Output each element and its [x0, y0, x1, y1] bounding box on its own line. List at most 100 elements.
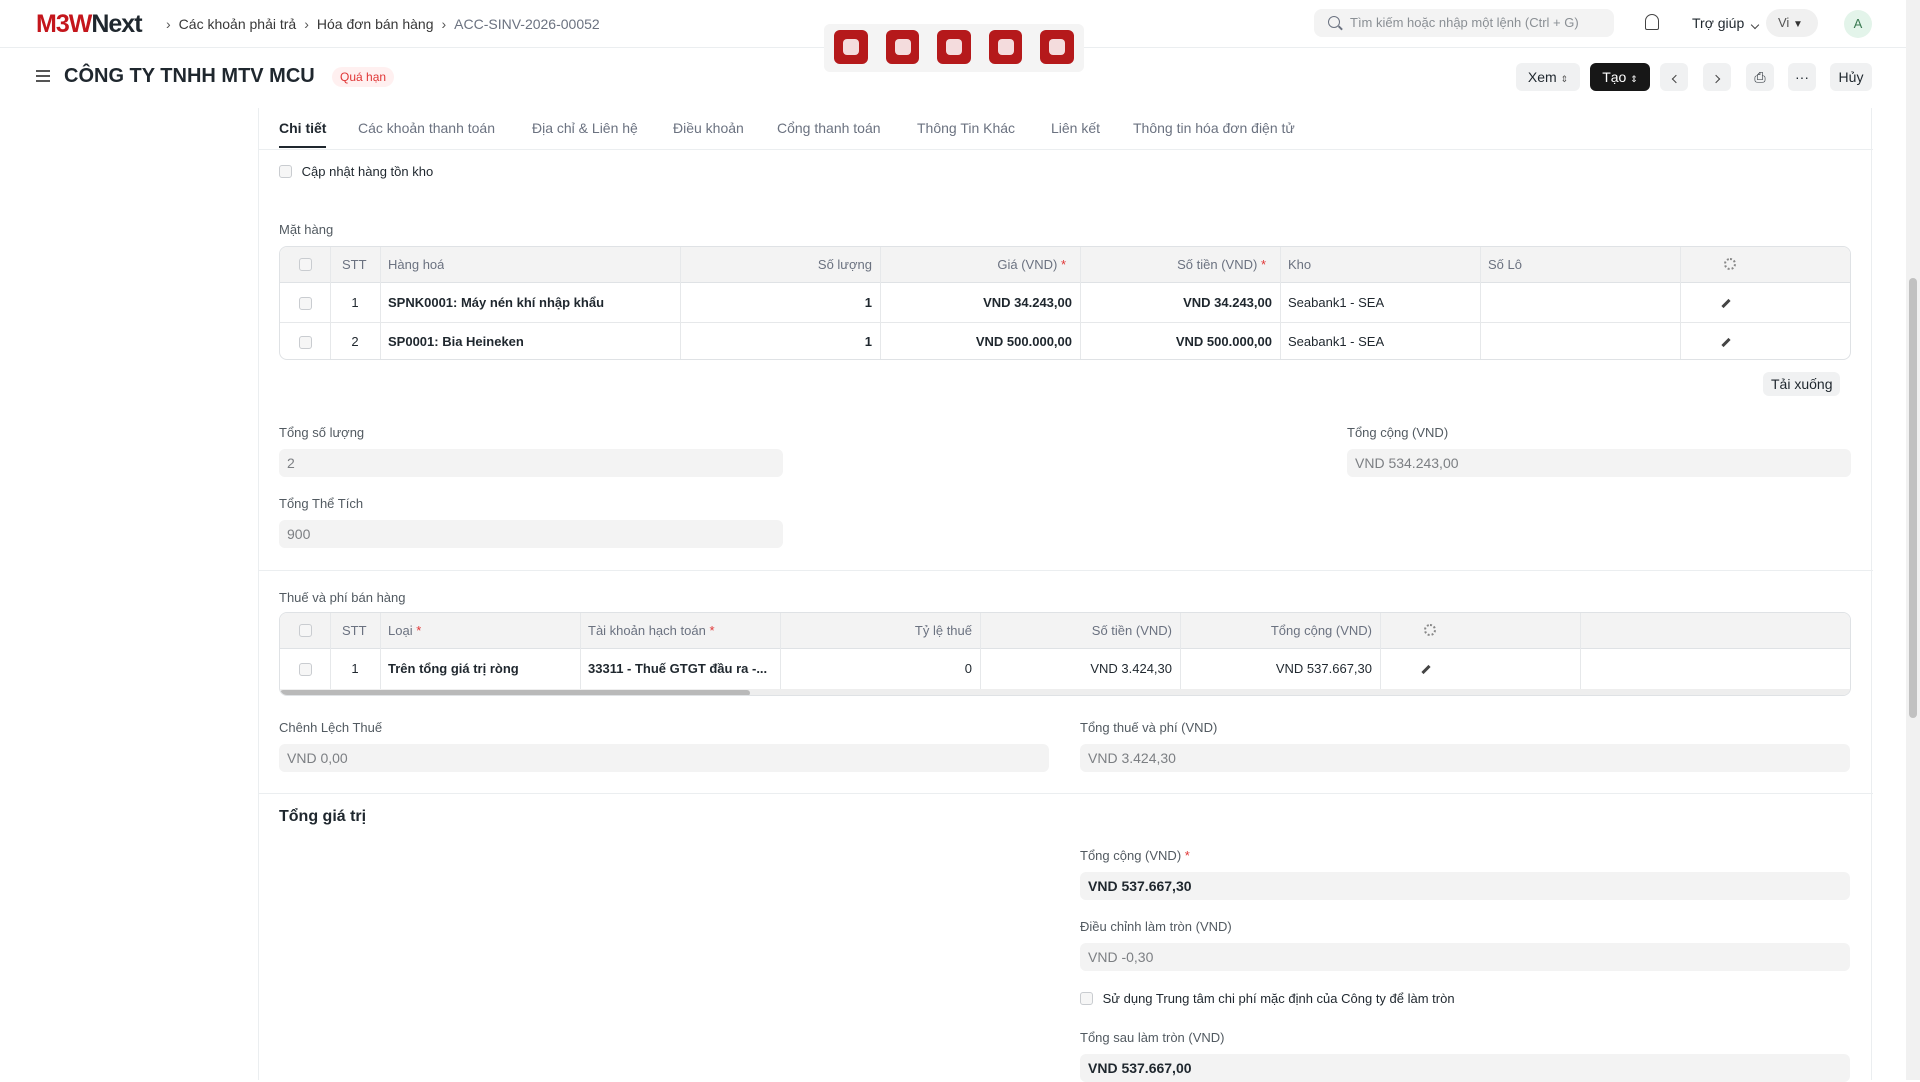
rounding-field[interactable]: VND -0,30 [1080, 943, 1850, 971]
row-divider [280, 322, 1850, 323]
grand-total-field[interactable]: VND 537.667,30 [1080, 872, 1850, 900]
gear-icon[interactable] [1724, 258, 1736, 270]
page-scrollbar[interactable] [1906, 0, 1920, 1080]
edit-pencil-icon[interactable] [1721, 298, 1731, 309]
rounded-total-field[interactable]: VND 537.667,00 [1080, 1054, 1850, 1082]
header-account: Tài khoản hạch toán * [588, 623, 715, 638]
col-divider [1680, 247, 1681, 359]
row-checkbox[interactable] [299, 297, 312, 310]
create-button[interactable]: Tạo ⇕ [1590, 63, 1650, 91]
caret-down-icon: ▼ [1792, 19, 1803, 30]
chevron-down-icon [1750, 20, 1760, 30]
rounded-total-label: Tổng sau làm tròn (VND) [1080, 1030, 1225, 1045]
row-warehouse[interactable]: Seabank1 - SEA [1288, 295, 1384, 310]
floating-app-toolbar [824, 24, 1084, 72]
help-menu[interactable]: Trợ giúp [1692, 15, 1760, 31]
cancel-button[interactable]: Hủy [1830, 63, 1872, 91]
breadcrumb-accounts-payable[interactable]: Các khoản phải trả [179, 16, 297, 32]
status-badge: Quá hạn [332, 67, 395, 87]
scrollbar-thumb[interactable] [1909, 278, 1917, 718]
header-type-label: Loại [388, 623, 413, 638]
tab-payment-gateway[interactable]: Cổng thanh toán [777, 120, 881, 136]
edit-pencil-icon[interactable] [1721, 337, 1731, 348]
row-tax-account[interactable]: 33311 - Thuế GTGT đầu ra -... [588, 661, 774, 676]
gear-icon[interactable] [1424, 624, 1436, 636]
tab-e-invoice-info[interactable]: Thông tin hóa đơn điện tử [1133, 120, 1295, 136]
more-button[interactable]: ··· [1788, 63, 1816, 91]
tab-details[interactable]: Chi tiết [279, 120, 327, 148]
tab-more-info[interactable]: Thông Tin Khác [917, 120, 1015, 136]
row-checkbox[interactable] [299, 336, 312, 349]
update-stock-checkbox[interactable] [279, 165, 292, 179]
print-button[interactable]: ⎙ [1746, 63, 1774, 91]
chevron-right-icon [1711, 74, 1720, 84]
row-tax-total[interactable]: VND 537.667,30 [1180, 661, 1372, 676]
row-item[interactable]: SPNK0001: Máy nén khí nhập khẩu [388, 295, 604, 310]
tab-payments[interactable]: Các khoản thanh toán [358, 120, 495, 136]
next-button[interactable] [1703, 63, 1731, 91]
total-tax-label: Tổng thuế và phí (VND) [1080, 720, 1218, 735]
row-item[interactable]: SP0001: Bia Heineken [388, 334, 524, 349]
red-app-icon-5[interactable] [1040, 30, 1074, 64]
red-app-icon-4[interactable] [988, 30, 1023, 64]
header-account-label: Tài khoản hạch toán [588, 623, 706, 638]
view-button[interactable]: Xem ⇕ [1516, 63, 1580, 91]
required-mark: * [416, 623, 422, 638]
tab-terms[interactable]: Điều khoản [673, 120, 744, 136]
download-button[interactable]: Tải xuống [1763, 372, 1841, 396]
notification-bell-icon[interactable] [1645, 14, 1659, 30]
scrollbar-thumb[interactable] [280, 690, 750, 695]
row-qty[interactable]: 1 [680, 295, 872, 310]
header-item: Hàng hoá [388, 257, 445, 272]
update-stock-label: Cập nhật hàng tồn kho [301, 164, 434, 180]
header-rate-label: Giá (VND) [997, 257, 1058, 272]
sidebar-toggle-icon[interactable] [36, 70, 50, 82]
red-app-icon-2[interactable] [885, 30, 920, 64]
row-warehouse[interactable]: Seabank1 - SEA [1288, 334, 1384, 349]
header-qty: Số lượng [817, 257, 872, 272]
row-qty[interactable]: 1 [680, 334, 872, 349]
total-tax-field[interactable]: VND 3.424,30 [1080, 744, 1850, 772]
row-rate[interactable]: VND 34.243,00 [880, 295, 1072, 310]
required-mark: * [1184, 848, 1190, 863]
col-divider [380, 613, 381, 689]
previous-button[interactable] [1660, 63, 1688, 91]
select-all-checkbox[interactable] [299, 258, 312, 271]
tax-diff-field[interactable]: VND 0,00 [279, 744, 1049, 772]
avatar[interactable]: A [1844, 10, 1872, 38]
tab-address-contact[interactable]: Địa chỉ & Liên hệ [532, 120, 638, 136]
required-mark: * [1060, 257, 1066, 272]
row-tax-rate[interactable]: 0 [780, 661, 972, 676]
cost-center-checkbox[interactable] [1080, 992, 1093, 1006]
total-qty-field[interactable]: 2 [279, 449, 783, 477]
page-title: CÔNG TY TNHH MTV MCU [64, 65, 315, 87]
required-mark: * [1260, 257, 1266, 272]
row-checkbox[interactable] [299, 663, 312, 676]
row-amount[interactable]: VND 34.243,00 [1080, 295, 1272, 310]
edit-pencil-icon[interactable] [1421, 664, 1431, 675]
language-selector[interactable]: Vi ▼ [1766, 9, 1818, 37]
row-tax-amount[interactable]: VND 3.424,30 [980, 661, 1172, 676]
total-volume-field[interactable]: 900 [279, 520, 783, 548]
row-tax-type[interactable]: Trên tổng giá trị ròng [388, 661, 519, 676]
red-app-icon-3[interactable] [937, 30, 971, 64]
row-amount[interactable]: VND 500.000,00 [1080, 334, 1272, 349]
chevron-right-icon: › [441, 16, 447, 32]
header-tax-amount: Số tiền (VND) [1091, 623, 1172, 638]
form-tabs: Chi tiết Các khoản thanh toán Địa chỉ & … [259, 108, 1873, 150]
search-input[interactable]: Tìm kiếm hoặc nhập một lệnh (Ctrl + G) [1314, 9, 1614, 37]
row-rate[interactable]: VND 500.000,00 [880, 334, 1072, 349]
app-logo[interactable]: M3WNext [36, 10, 143, 39]
horizontal-scrollbar[interactable] [280, 689, 1850, 695]
rounding-label: Điều chỉnh làm tròn (VND) [1080, 919, 1232, 934]
red-app-icon-1[interactable] [834, 30, 868, 64]
tab-connections[interactable]: Liên kết [1051, 120, 1100, 136]
header-tax-rate: Tỷ lệ thuế [914, 623, 972, 638]
select-all-checkbox[interactable] [299, 624, 312, 637]
total-field[interactable]: VND 534.243,00 [1347, 449, 1851, 477]
printer-icon: ⎙ [1754, 69, 1766, 85]
chevron-right-icon: › [166, 16, 171, 32]
header-batch: Số Lô [1488, 257, 1522, 272]
breadcrumb-sales-invoice[interactable]: Hóa đơn bán hàng [317, 16, 434, 32]
section-divider [259, 570, 1873, 571]
